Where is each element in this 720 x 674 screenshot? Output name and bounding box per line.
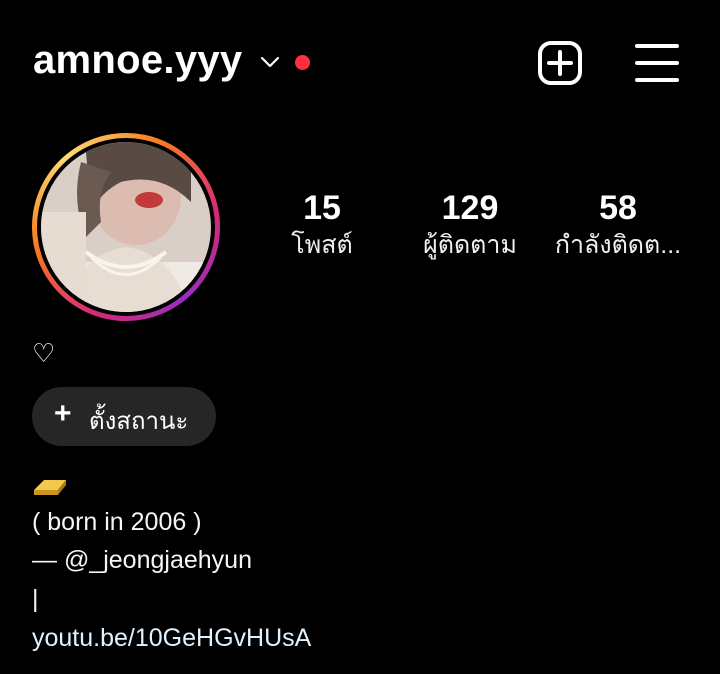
bio-line-1: ( born in 2006 ) xyxy=(32,508,202,536)
followers-label: ผู้ติดตาม xyxy=(423,231,517,259)
bio-line-2: — @_jeongjaehyun xyxy=(32,546,252,574)
avatar-image xyxy=(41,142,211,312)
story-ring[interactable] xyxy=(32,133,220,321)
set-status-label: ตั้งสถานะ xyxy=(89,408,189,435)
add-post-icon[interactable] xyxy=(537,40,583,86)
followers-count: 129 xyxy=(441,189,499,227)
following-label: กำลังติดต... xyxy=(554,231,682,259)
stat-posts[interactable]: 15 โพสต์ xyxy=(282,188,362,262)
username[interactable]: amnoe.yyy xyxy=(33,38,242,83)
set-status-button[interactable]: + ตั้งสถานะ xyxy=(32,387,216,446)
posts-label: โพสต์ xyxy=(291,231,353,259)
stat-followers[interactable]: 129 ผู้ติดตาม xyxy=(410,188,530,262)
profile-header: amnoe.yyy xyxy=(0,0,720,120)
bio-line-3: | xyxy=(32,585,39,613)
chevron-down-icon[interactable] xyxy=(258,52,282,72)
bio-link[interactable]: youtu.be/10GeHGvHUsA xyxy=(32,624,311,653)
stat-following[interactable]: 58 กำลังติดต... xyxy=(548,188,688,262)
notification-dot xyxy=(295,55,310,70)
avatar[interactable] xyxy=(41,142,211,312)
following-count: 58 xyxy=(599,189,637,227)
gold-bar-icon xyxy=(34,480,66,495)
menu-icon[interactable] xyxy=(634,40,680,86)
posts-count: 15 xyxy=(303,189,341,227)
plus-icon: + xyxy=(54,397,72,430)
heart-icon: ♡ xyxy=(32,338,56,368)
